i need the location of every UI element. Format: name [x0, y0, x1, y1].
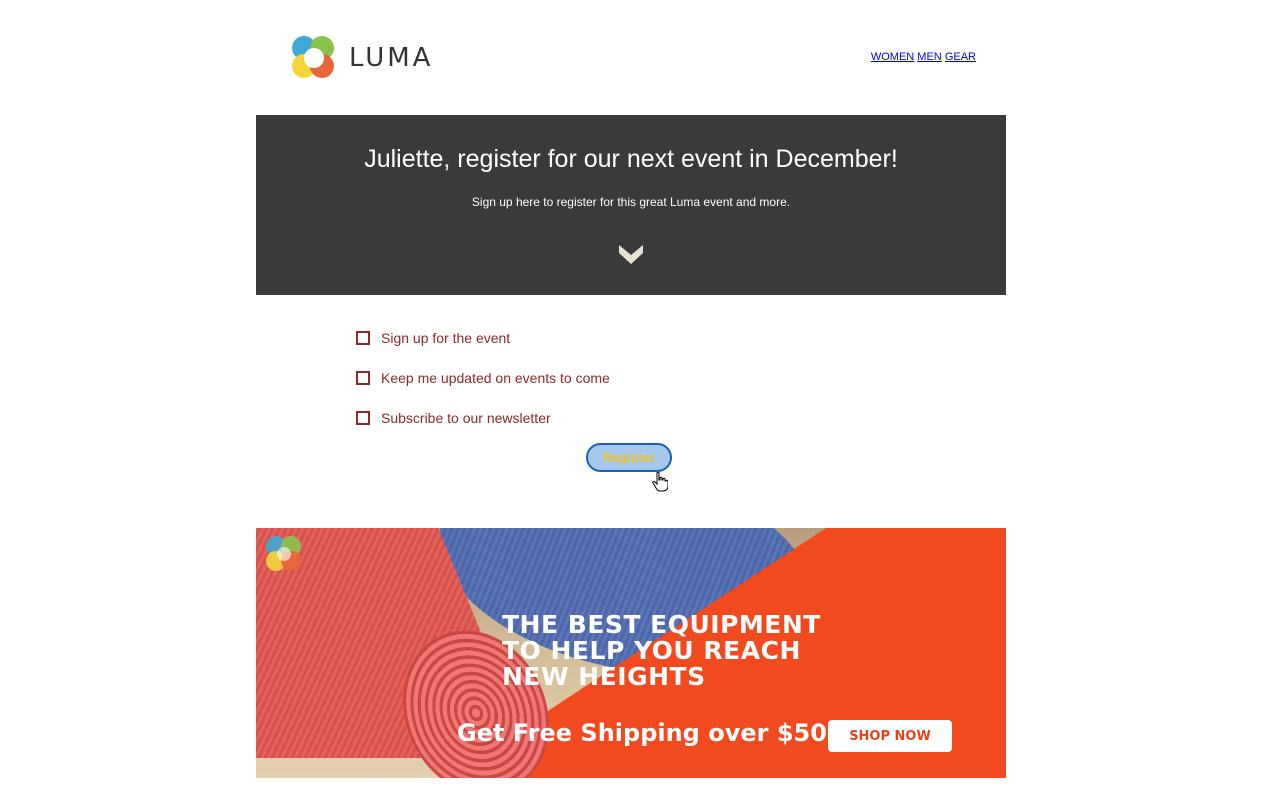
luma-logo-small-icon	[266, 536, 304, 574]
nav-link-women[interactable]: WOMEN	[871, 51, 914, 63]
hero-title: Juliette, register for our next event in…	[364, 145, 898, 173]
email-page: LUMA WOMEN MEN GEAR Juliette, register f…	[256, 0, 1006, 790]
registration-form: Sign up for the event Keep me updated on…	[356, 322, 856, 438]
checkbox[interactable]	[356, 371, 370, 385]
shipping-text: Get Free Shipping over $50	[457, 719, 827, 747]
headline-line: NEW HEIGHTS	[502, 662, 706, 691]
shop-now-button[interactable]: SHOP NOW	[828, 720, 952, 752]
register-button[interactable]: Register	[586, 443, 672, 472]
luma-logo-mark-icon	[292, 36, 336, 80]
promo-banner[interactable]: THE BEST EQUIPMENT TO HELP YOU REACH NEW…	[256, 528, 1006, 778]
option-keep-updated[interactable]: Keep me updated on events to come	[356, 358, 856, 398]
option-newsletter[interactable]: Subscribe to our newsletter	[356, 398, 856, 438]
hero-subtitle: Sign up here to register for this great …	[471, 195, 791, 209]
checkbox-label[interactable]: Subscribe to our newsletter	[381, 410, 551, 426]
brand-name: LUMA	[349, 43, 434, 73]
checkbox-label[interactable]: Keep me updated on events to come	[381, 370, 610, 386]
top-nav: WOMEN MEN GEAR	[871, 51, 976, 63]
hand-cursor-icon	[652, 472, 668, 492]
checkbox[interactable]	[356, 331, 370, 345]
header: LUMA WOMEN MEN GEAR	[256, 0, 1006, 115]
headline-line: TO HELP YOU REACH	[502, 636, 801, 665]
banner-headline: THE BEST EQUIPMENT TO HELP YOU REACH NEW…	[502, 612, 832, 690]
hero-banner: Juliette, register for our next event in…	[256, 115, 1006, 295]
nav-link-gear[interactable]: GEAR	[945, 51, 976, 63]
headline-line: THE BEST EQUIPMENT	[502, 610, 821, 639]
nav-link-men[interactable]: MEN	[917, 51, 941, 63]
checkbox[interactable]	[356, 411, 370, 425]
checkbox-label[interactable]: Sign up for the event	[381, 330, 510, 346]
option-sign-up-event[interactable]: Sign up for the event	[356, 318, 856, 358]
luma-logo[interactable]: LUMA	[292, 35, 442, 81]
chevron-down-icon	[619, 245, 643, 264]
